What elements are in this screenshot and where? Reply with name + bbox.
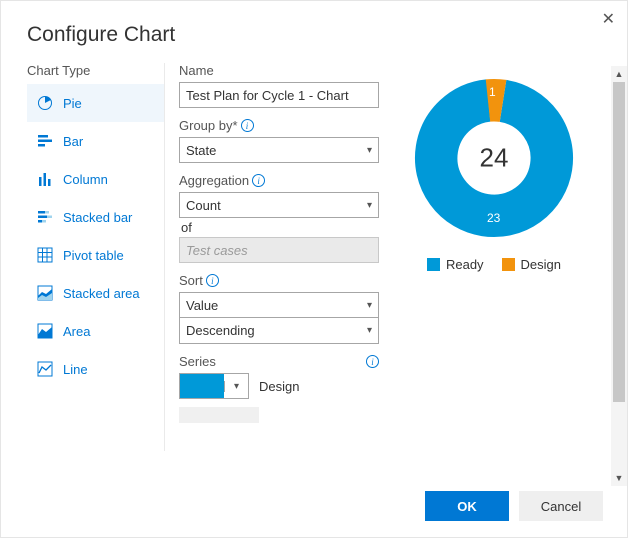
chart-type-panel: Chart Type Pie Bar Column [27, 63, 165, 451]
chart-type-bar[interactable]: Bar [27, 122, 164, 160]
chart-legend: Ready Design [427, 257, 561, 272]
pivot-table-icon [37, 247, 53, 263]
chevron-down-icon: ▾ [367, 200, 372, 211]
chart-type-label-text: Column [63, 172, 108, 187]
legend-label: Ready [446, 257, 484, 272]
chart-type-label-text: Pivot table [63, 248, 124, 263]
chart-type-label-text: Area [63, 324, 90, 339]
config-form: Name Test Plan for Cycle 1 - Chart Group… [165, 63, 375, 451]
series-selected-name: Design [259, 379, 299, 394]
of-field-disabled: Test cases [179, 237, 379, 263]
legend-swatch [502, 258, 515, 271]
legend-item-ready: Ready [427, 257, 484, 272]
stacked-bar-icon [37, 209, 53, 225]
aggregation-select[interactable]: Count ▾ [179, 192, 379, 218]
sort-label: Sorti [179, 273, 361, 288]
chart-type-label-text: Pie [63, 96, 82, 111]
chart-type-stacked-bar[interactable]: Stacked bar [27, 198, 164, 236]
sort-direction-select[interactable]: Descending ▾ [179, 318, 379, 344]
legend-item-design: Design [502, 257, 561, 272]
slice-label-ready: 23 [487, 211, 500, 225]
info-icon[interactable]: i [252, 174, 265, 187]
series-label-row: Series i [179, 354, 379, 369]
scrollbar-thumb[interactable] [613, 82, 625, 402]
series-label: Series [179, 354, 216, 369]
scroll-down-icon[interactable]: ▼ [611, 470, 627, 486]
ok-button[interactable]: OK [425, 491, 509, 521]
name-label: Name [179, 63, 361, 78]
chart-type-label-text: Stacked bar [63, 210, 132, 225]
group-by-label: Group by*i [179, 118, 361, 133]
series-placeholder [179, 407, 259, 423]
bar-icon [37, 133, 53, 149]
dialog-title: Configure Chart [1, 1, 627, 63]
chevron-down-icon: ▾ [367, 300, 372, 311]
area-icon [37, 323, 53, 339]
donut-chart: 24 23 1 [409, 73, 579, 243]
chart-type-pivot-table[interactable]: Pivot table [27, 236, 164, 274]
chart-type-column[interactable]: Column [27, 160, 164, 198]
chart-preview: 24 23 1 Ready Design [375, 63, 627, 451]
chevron-down-icon: ▾ [224, 381, 248, 392]
sort-field-value: Value [186, 298, 218, 313]
dialog-footer: OK Cancel [425, 491, 603, 521]
chevron-down-icon: ▾ [367, 325, 372, 336]
legend-swatch [427, 258, 440, 271]
scrollbar-track[interactable] [611, 82, 627, 470]
aggregation-label: Aggregationi [179, 173, 361, 188]
chart-type-area[interactable]: Area [27, 312, 164, 350]
close-icon[interactable]: ✕ [602, 9, 615, 29]
chart-type-label: Chart Type [27, 63, 164, 78]
chevron-down-icon: ▾ [367, 145, 372, 156]
stacked-area-icon [37, 285, 53, 301]
info-icon[interactable]: i [241, 119, 254, 132]
group-by-value: State [186, 143, 216, 158]
scroll-up-icon[interactable]: ▲ [611, 66, 627, 82]
series-color-select[interactable]: ▾ [179, 373, 249, 399]
aggregation-value: Count [186, 198, 221, 213]
sort-field-select[interactable]: Value ▾ [179, 292, 379, 318]
chart-type-label-text: Line [63, 362, 88, 377]
chart-type-label-text: Stacked area [63, 286, 140, 301]
vertical-scrollbar[interactable]: ▲ ▼ [611, 66, 627, 486]
donut-center-total: 24 [480, 143, 509, 174]
pie-icon [37, 95, 53, 111]
sort-direction-value: Descending [186, 323, 255, 338]
chart-type-label-text: Bar [63, 134, 83, 149]
slice-label-design: 1 [489, 85, 496, 99]
column-icon [37, 171, 53, 187]
of-label: of [181, 220, 361, 235]
name-input[interactable]: Test Plan for Cycle 1 - Chart [179, 82, 379, 108]
line-icon [37, 361, 53, 377]
series-color-swatch [180, 374, 224, 398]
chart-type-line[interactable]: Line [27, 350, 164, 388]
name-input-value: Test Plan for Cycle 1 - Chart [186, 88, 349, 103]
chart-type-stacked-area[interactable]: Stacked area [27, 274, 164, 312]
info-icon[interactable]: i [206, 274, 219, 287]
legend-label: Design [521, 257, 561, 272]
cancel-button[interactable]: Cancel [519, 491, 603, 521]
chart-type-pie[interactable]: Pie [27, 84, 164, 122]
group-by-select[interactable]: State ▾ [179, 137, 379, 163]
